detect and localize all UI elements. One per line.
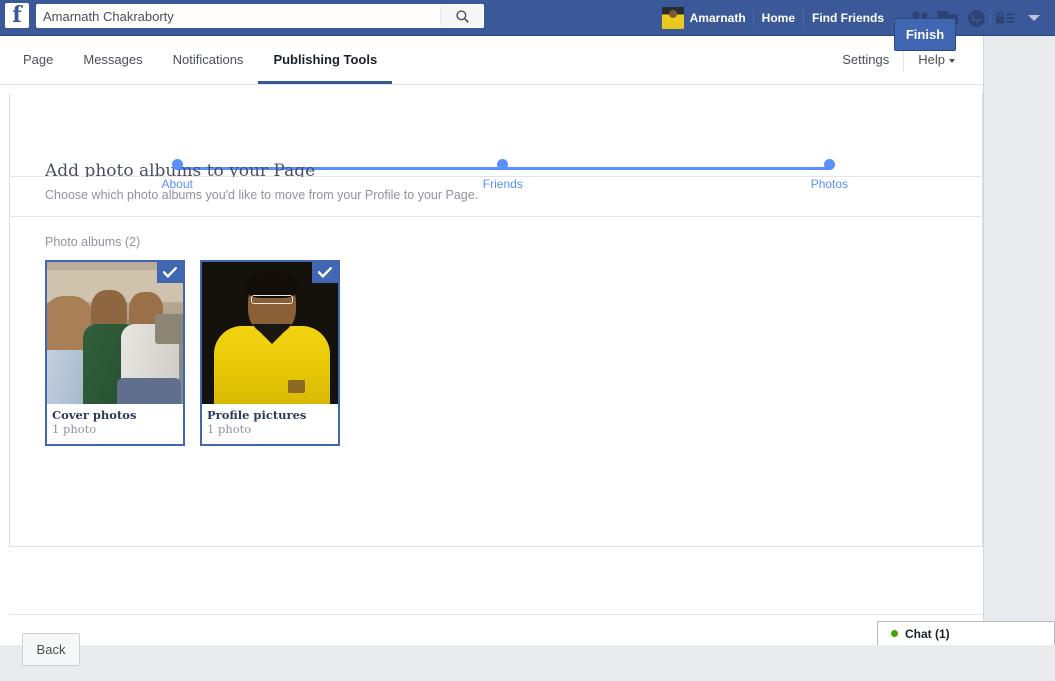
chevron-down-icon [1028, 15, 1040, 21]
chat-dock[interactable]: Chat (1) [877, 621, 1055, 645]
migration-wizard-card: About Friends Photos Add photo albums to… [9, 93, 983, 547]
album-grid: Cover photos 1 photo Profile pictures 1 … [45, 260, 947, 446]
finish-button[interactable]: Finish [894, 18, 956, 51]
album-name: Cover photos [52, 408, 137, 422]
step-dot [823, 159, 835, 170]
notifications-globe-icon [967, 9, 985, 27]
album-card-profile-pictures[interactable]: Profile pictures 1 photo [200, 260, 340, 446]
back-button[interactable]: Back [22, 633, 80, 666]
online-status-icon [891, 630, 898, 637]
albums-count-label: Photo albums (2) [45, 235, 141, 249]
page-tabs: Page Messages Notifications Publishing T… [8, 36, 393, 84]
checkmark-icon [318, 267, 332, 278]
help-label: Help [918, 52, 945, 67]
privacy-shortcuts-button[interactable] [991, 4, 1019, 32]
album-meta: Profile pictures 1 photo [202, 404, 338, 444]
search-bar[interactable] [36, 4, 484, 28]
album-photo-image [202, 262, 338, 404]
album-thumbnail [202, 262, 338, 404]
privacy-lock-icon [996, 11, 1015, 24]
checkmark-icon [163, 267, 177, 278]
album-photo-count: 1 photo [207, 422, 252, 436]
nav-profile-name: Amarnath [689, 11, 746, 25]
album-selected-badge[interactable] [312, 262, 338, 283]
nav-profile-link[interactable]: Amarnath [655, 4, 753, 32]
tab-publishing-tools[interactable]: Publishing Tools [258, 36, 393, 84]
album-card-cover-photos[interactable]: Cover photos 1 photo [45, 260, 185, 446]
album-name: Profile pictures [207, 408, 307, 422]
avatar [661, 7, 684, 29]
chevron-down-icon [949, 58, 955, 63]
page-content-canvas: Page Messages Notifications Publishing T… [0, 36, 984, 666]
top-nav-right-group: Amarnath Home Find Friends [655, 0, 1055, 36]
settings-link[interactable]: Settings [828, 36, 903, 84]
tab-page[interactable]: Page [8, 36, 68, 84]
album-thumbnail [47, 262, 183, 404]
notifications-button[interactable] [962, 4, 990, 32]
facebook-logo-icon[interactable]: f [5, 3, 29, 28]
tab-messages[interactable]: Messages [68, 36, 157, 84]
album-photo-image [47, 262, 183, 404]
wizard-footer: Back [9, 614, 983, 681]
album-meta: Cover photos 1 photo [47, 404, 183, 444]
search-button[interactable] [440, 5, 483, 27]
account-menu-button[interactable] [1019, 4, 1049, 32]
search-icon [455, 9, 469, 23]
section-header: Add photo albums to your Page Choose whi… [10, 163, 982, 216]
nav-home-link[interactable]: Home [754, 4, 803, 32]
nav-find-friends-link[interactable]: Find Friends [804, 4, 892, 32]
album-selected-badge[interactable] [157, 262, 183, 283]
photo-albums-section: Photo albums (2) Cover photos 1 photo Pr… [10, 216, 982, 546]
step-dot [497, 159, 509, 170]
chat-label: Chat (1) [905, 626, 950, 641]
page-subtitle: Choose which photo albums you'd like to … [45, 188, 479, 202]
step-dot [171, 159, 183, 170]
album-photo-count: 1 photo [52, 422, 97, 436]
search-input[interactable] [37, 5, 440, 27]
tab-notifications[interactable]: Notifications [158, 36, 259, 84]
page-tab-bar: Page Messages Notifications Publishing T… [0, 36, 983, 85]
